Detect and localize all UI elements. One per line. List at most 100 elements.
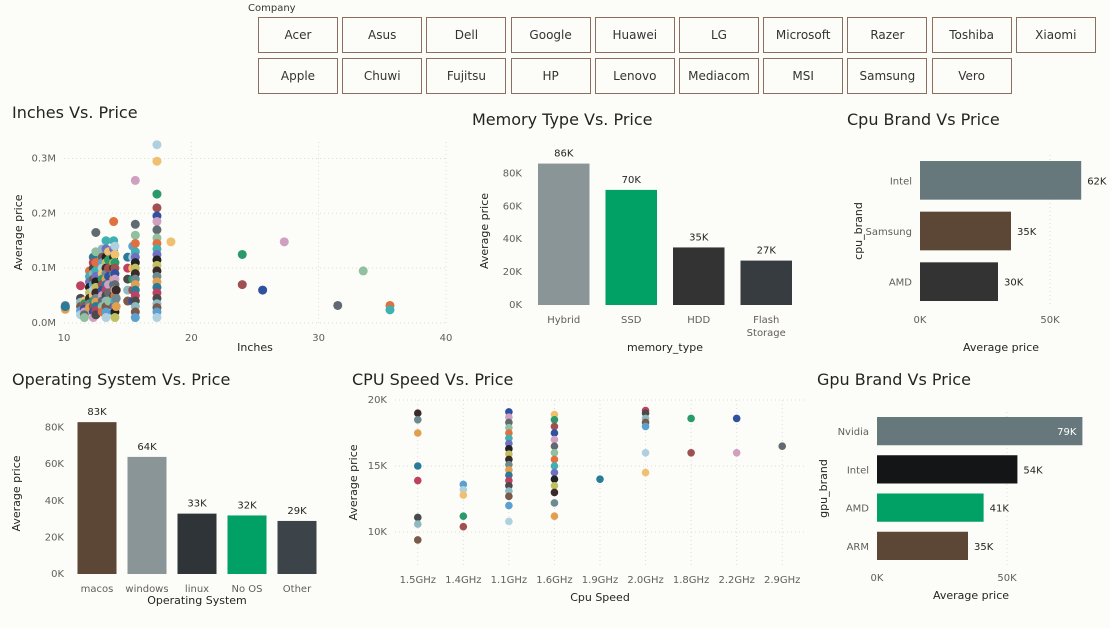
company-filter-lg[interactable]: LG [679,17,759,53]
x-tick-label: 1.8GHz [673,575,709,586]
scatter-point [550,416,559,424]
data-label: 41K [990,504,1010,515]
scatter-point [413,409,422,417]
x-tick-label: 30 [312,333,325,344]
company-filter-chuwi[interactable]: Chuwi [342,58,423,94]
x-axis-title: Cpu Speed [570,591,630,604]
scatter-point [111,293,121,303]
y-tick-label: 20K [45,532,65,543]
scatter-point [550,422,559,431]
scatter-point [152,140,162,150]
x-tick-label: Storage [747,328,786,339]
y-tick-label: ARM [847,542,869,553]
x-tick-label: 40 [440,333,453,344]
scatter-point [60,302,70,312]
scatter-point [550,435,559,444]
company-filter-microsoft[interactable]: Microsoft [763,17,844,53]
company-filter-google[interactable]: Google [510,17,591,53]
scatter-point [641,468,650,477]
scatter-point [459,512,468,520]
y-tick-label: 60K [503,201,523,212]
y-tick-label: 20K [368,395,388,406]
bar-samsung [920,211,1011,251]
x-tick-label: 50K [997,573,1017,584]
scatter-point [152,203,162,213]
data-label: 35K [1017,227,1037,238]
scatter-point [550,429,559,437]
slicer-title: Company [248,3,296,14]
company-filter-mediacom[interactable]: Mediacom [679,58,759,94]
scatter-point [687,414,695,423]
cpu-speed-chart-title: CPU Speed Vs. Price [352,370,514,389]
y-tick-label: 0.0M [31,318,56,329]
bar-windows [127,456,167,574]
data-label: 30K [1004,278,1024,289]
scatter-point [358,266,368,276]
y-tick-label: 40K [503,234,523,245]
x-tick-label: 1.1GHz [491,575,527,586]
x-tick-label: HDD [687,315,710,326]
y-tick-label: Intel [847,465,869,476]
company-filter-samsung[interactable]: Samsung [847,58,928,94]
x-tick-label: 2.0GHz [627,575,663,586]
scatter-point [413,520,422,528]
data-label: 33K [187,499,207,510]
os-price-bar-chart[interactable]: 0K20K40K60K80K83Kmacos64Kwindows33Klinux… [0,395,330,615]
x-tick-label: 2.9GHz [764,575,800,586]
x-axis-title: Operating System [147,594,247,607]
bar-macos [77,422,117,574]
memory-price-bar-chart[interactable]: 0K 20K 40K 60K 80K 86K Hybrid 70K SSD 35K HDD 27K Fl… [466,135,806,360]
company-filter-fujitsu[interactable]: Fujitsu [426,58,507,94]
x-tick-label: Other [283,584,312,595]
bar-amd [920,262,998,301]
company-filter-asus[interactable]: Asus [342,17,423,53]
data-label: 35K [689,232,709,243]
y-tick-label: 60K [45,459,65,470]
y-axis-title: gpu_brand [817,459,830,518]
company-filter-razer[interactable]: Razer [847,17,928,53]
company-filter-xiaomi[interactable]: Xiaomi [1015,17,1096,53]
x-axis-title: Inches [237,341,273,354]
x-tick-label: 1.9GHz [582,575,618,586]
company-filter-vero[interactable]: Vero [931,58,1012,94]
scatter-point [505,492,513,501]
y-tick-label: AMD [846,504,869,515]
company-slicer: Acer Asus Dell Google Huawei LG Microsoft Razer… [258,17,1108,97]
company-filter-msi[interactable]: MSI [763,58,844,94]
company-filter-acer[interactable]: Acer [258,17,338,53]
company-filter-toshiba[interactable]: Toshiba [931,17,1012,53]
cpu-brand-chart-title: Cpu Brand Vs Price [847,110,1000,129]
bar-hybrid [538,163,590,305]
scatter-point [687,449,695,457]
y-tick-label: 80K [503,168,523,179]
y-axis-title: Average price [10,455,23,531]
scatter-point [459,491,468,499]
bar-other [277,520,317,574]
company-filter-apple[interactable]: Apple [258,58,338,94]
x-axis-title: Average price [933,589,1009,602]
y-axis-title: Average price [478,193,491,269]
gpu-brand-price-bar-chart[interactable]: 0K 50K Nvidia 79K Intel 54K AMD 41K ARM 35K Averag… [810,395,1110,615]
inches-price-scatter[interactable]: 0.0M 0.1M 0.2M 0.3M 10 20 30 40 Inches Average pr… [0,130,460,362]
scatter-point [130,230,140,240]
data-label: 64K [137,442,157,453]
cpu-speed-price-scatter[interactable]: 10K 15K 20K 1.5GHz 1.4GHz 1.1GHz 1.6GHz 1.9GHz 2… [345,390,815,615]
scatter-point [152,156,162,166]
bar-ssd [605,189,657,305]
x-tick-label: 1.5GHz [400,575,436,586]
company-filter-huawei[interactable]: Huawei [594,17,675,53]
os-chart-title: Operating System Vs. Price [12,370,231,389]
scatter-point [79,313,89,323]
company-filter-hp[interactable]: HP [510,58,591,94]
company-filter-dell[interactable]: Dell [426,17,507,53]
scatter-point [76,281,86,291]
y-tick-label: 15K [368,461,388,472]
scatter-point [333,300,343,310]
scatter-point [110,241,120,251]
scatter-point [110,249,120,259]
x-tick-label: 1.6GHz [536,575,572,586]
company-filter-lenovo[interactable]: Lenovo [594,58,675,94]
scatter-point [109,217,119,227]
data-label: 54K [1023,465,1043,476]
cpu-brand-price-bar-chart[interactable]: 0K 50K Intel 62K Samsung 35K AMD 30K Average pri… [840,135,1110,360]
